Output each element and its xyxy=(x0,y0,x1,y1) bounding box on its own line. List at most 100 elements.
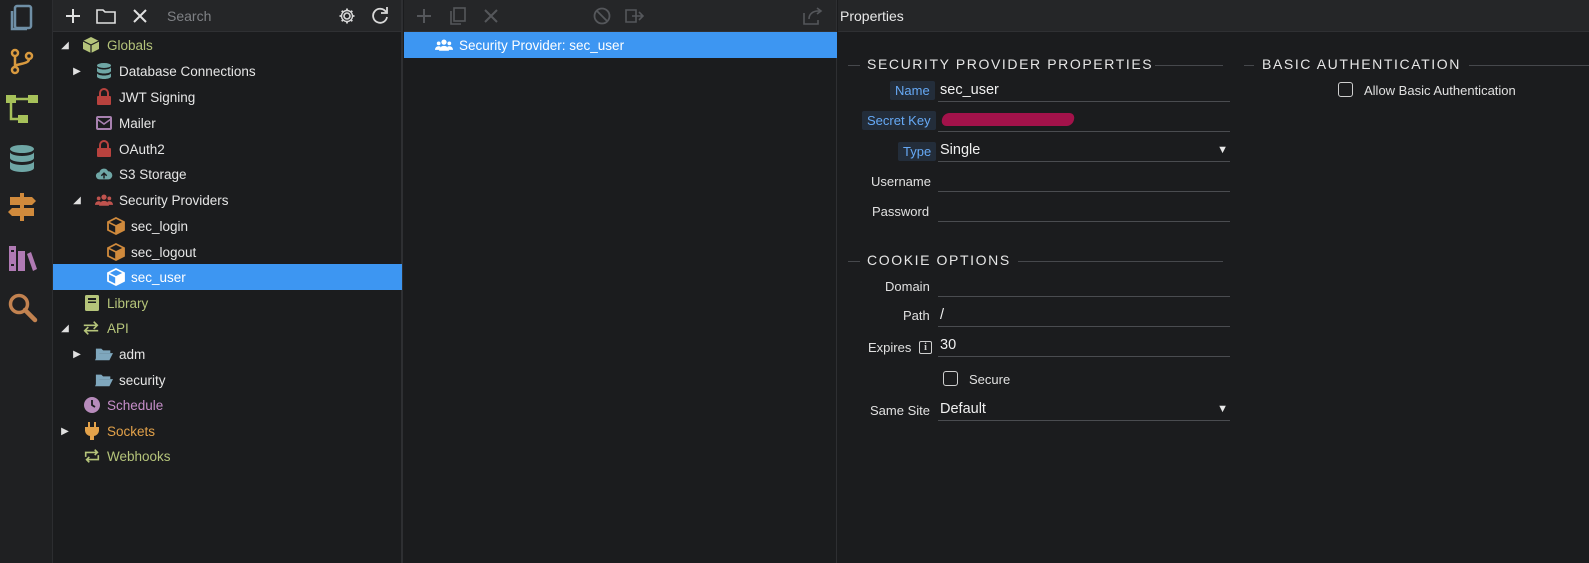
same-site-select[interactable]: Default ▼ xyxy=(938,397,1230,421)
section-title-cookie-options: COOKIE OPTIONS xyxy=(867,252,1011,268)
name-field[interactable]: sec_user xyxy=(938,78,1230,102)
plus-icon[interactable] xyxy=(63,6,83,26)
info-icon[interactable]: i xyxy=(919,341,932,354)
list-item-label: Security Provider: sec_user xyxy=(459,37,625,53)
book-icon xyxy=(83,294,101,312)
cloud-upload-icon xyxy=(95,165,113,183)
tree-item-label: Schedule xyxy=(107,397,164,413)
allow-basic-auth-label: Allow Basic Authentication xyxy=(1364,83,1516,98)
domain-label: Domain xyxy=(885,279,930,294)
tree-item-adm[interactable]: ▶ adm xyxy=(53,341,402,367)
collapse-arrow-icon[interactable]: ▶ xyxy=(72,66,82,77)
secure-label: Secure xyxy=(969,372,1011,387)
tree-item-label: sec_user xyxy=(131,269,186,285)
repeat-icon xyxy=(83,447,101,465)
tree-item-security-providers[interactable]: ◢ Security Providers xyxy=(53,187,402,213)
tree-item-label: Globals xyxy=(107,37,153,53)
close-icon[interactable] xyxy=(481,6,501,26)
collapse-arrow-icon[interactable]: ▶ xyxy=(72,349,82,360)
redacted-secret xyxy=(940,113,1076,126)
tree-item-database-connections[interactable]: ▶ Database Connections xyxy=(53,58,402,84)
dropdown-arrow-icon: ▼ xyxy=(1217,144,1228,156)
expires-label: Expires xyxy=(868,340,912,355)
tree-item-label: Library xyxy=(107,295,149,311)
username-field[interactable] xyxy=(938,168,1230,192)
folder-open-icon xyxy=(95,371,113,389)
expires-value: 30 xyxy=(940,336,957,353)
git-branch-icon[interactable] xyxy=(4,43,40,79)
allow-basic-auth-checkbox[interactable] xyxy=(1338,82,1353,97)
list-item-selected[interactable]: Security Provider: sec_user xyxy=(404,32,837,58)
project-tree-panel: ◢ Globals ▶ Database Connections JWT Sig… xyxy=(53,0,403,563)
tree-item-globals[interactable]: ◢ Globals xyxy=(53,32,402,58)
library-icon[interactable] xyxy=(4,240,40,276)
domain-field[interactable] xyxy=(938,273,1230,297)
path-label: Path xyxy=(903,308,930,323)
tree-item-sockets[interactable]: ▶ Sockets xyxy=(53,418,402,444)
tree-item-library[interactable]: Library xyxy=(53,290,402,316)
disable-icon[interactable] xyxy=(592,6,612,26)
expires-field[interactable]: 30 xyxy=(938,333,1230,357)
secure-checkbox[interactable] xyxy=(943,371,958,386)
flow-icon[interactable] xyxy=(4,91,40,127)
arrows-exchange-icon xyxy=(82,319,100,337)
signpost-icon[interactable] xyxy=(4,189,40,225)
share-icon[interactable] xyxy=(803,6,823,26)
move-icon[interactable] xyxy=(625,6,645,26)
tree-toolbar xyxy=(53,0,401,32)
tree-item-mailer[interactable]: Mailer xyxy=(53,110,402,136)
tree-item-sec-login[interactable]: sec_login xyxy=(53,213,402,239)
tree-item-label: OAuth2 xyxy=(119,141,165,157)
tree-item-oauth2[interactable]: OAuth2 xyxy=(53,136,402,162)
path-value: / xyxy=(940,306,945,323)
files-icon[interactable] xyxy=(4,0,40,36)
tree-item-webhooks[interactable]: Webhooks xyxy=(53,443,402,469)
section-divider xyxy=(1244,65,1254,66)
section-title-security-provider: SECURITY PROVIDER PROPERTIES xyxy=(867,56,1154,72)
plug-icon xyxy=(83,422,101,440)
type-value: Single xyxy=(940,141,981,158)
search-input[interactable] xyxy=(167,7,327,25)
expand-arrow-icon[interactable]: ◢ xyxy=(60,323,70,334)
tree-item-security[interactable]: security xyxy=(53,367,402,393)
expand-arrow-icon[interactable]: ◢ xyxy=(60,40,70,51)
plus-icon[interactable] xyxy=(414,6,434,26)
tree-item-api[interactable]: ◢ API xyxy=(53,315,402,341)
lock-icon xyxy=(95,88,113,106)
tree-item-sec-logout[interactable]: sec_logout xyxy=(53,239,402,265)
search-icon[interactable] xyxy=(4,289,40,325)
package-icon xyxy=(82,36,100,54)
properties-title: Properties xyxy=(840,8,904,24)
gear-icon[interactable] xyxy=(337,6,357,26)
tree-item-label: security xyxy=(119,372,166,388)
secret-key-field[interactable] xyxy=(938,108,1230,132)
app-window: ◢ Globals ▶ Database Connections JWT Sig… xyxy=(0,0,1589,563)
clock-icon xyxy=(83,396,101,414)
tree-item-label: adm xyxy=(119,346,146,362)
username-label: Username xyxy=(871,174,931,189)
database-icon[interactable] xyxy=(4,141,40,177)
password-field[interactable] xyxy=(938,198,1230,222)
folder-icon[interactable] xyxy=(96,6,116,26)
tree-item-sec-user[interactable]: sec_user xyxy=(53,264,402,290)
collapse-arrow-icon[interactable]: ▶ xyxy=(60,426,70,437)
secret-key-label[interactable]: Secret Key xyxy=(862,111,936,130)
tree-item-s3-storage[interactable]: S3 Storage xyxy=(53,161,402,187)
tree-item-jwt-signing[interactable]: JWT Signing xyxy=(53,84,402,110)
expand-arrow-icon[interactable]: ◢ xyxy=(72,195,82,206)
properties-header: Properties xyxy=(838,0,1589,32)
tree-item-schedule[interactable]: Schedule xyxy=(53,392,402,418)
type-select[interactable]: Single ▼ xyxy=(938,138,1230,162)
refresh-icon[interactable] xyxy=(370,6,390,26)
copy-icon[interactable] xyxy=(448,6,468,26)
same-site-value: Default xyxy=(940,400,986,417)
activity-rail xyxy=(0,0,53,563)
type-label[interactable]: Type xyxy=(898,142,937,161)
path-field[interactable]: / xyxy=(938,303,1230,327)
tree-item-label: Mailer xyxy=(119,115,156,131)
close-icon[interactable] xyxy=(130,6,150,26)
database-icon xyxy=(95,62,113,80)
section-divider xyxy=(1018,261,1223,262)
item-list-panel: Security Provider: sec_user xyxy=(404,0,837,563)
name-label[interactable]: Name xyxy=(890,81,935,100)
